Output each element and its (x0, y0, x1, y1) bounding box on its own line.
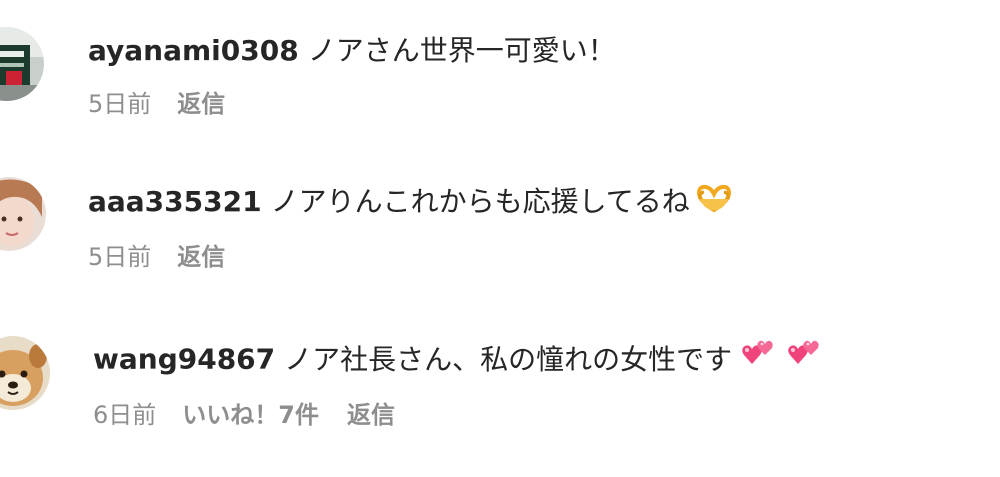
avatar[interactable] (0, 27, 44, 101)
comment-meta: 6日前 いいね！7件 返信 (93, 400, 820, 430)
avatar[interactable] (0, 336, 50, 410)
comment-item: aaa335321 ノアりんこれからも応援してるね 5日前 返信 (0, 162, 1000, 272)
comment-item: ayanami0308 ノアさん世界一可愛い！ 5日前 返信 (0, 10, 1000, 120)
comment-username[interactable]: aaa335321 (88, 185, 262, 218)
comment-text: ノアさん世界一可愛い！ (307, 34, 616, 67)
comment-username[interactable]: wang94867 (93, 343, 275, 376)
two-hearts-emoji-icon (784, 339, 820, 382)
reply-button[interactable]: 返信 (177, 242, 225, 272)
comment-text: ノアりんこれからも応援してるね (270, 185, 690, 218)
comment-timestamp: 5日前 (88, 242, 152, 271)
reply-button[interactable]: 返信 (177, 89, 225, 119)
two-hearts-emoji-icon (738, 339, 774, 382)
comment-text: ノア社長さん、私の憧れの女性です (284, 342, 733, 376)
heart-hands-emoji-icon (696, 183, 732, 224)
avatar[interactable] (0, 177, 46, 251)
comment-username[interactable]: ayanami0308 (88, 34, 299, 67)
comment-timestamp: 5日前 (88, 90, 152, 118)
reply-button[interactable]: 返信 (347, 400, 395, 430)
comment-timestamp: 6日前 (93, 401, 157, 429)
comment-meta: 5日前 返信 (88, 89, 616, 119)
comment-item: wang94867 ノア社長さん、私の憧れの女性です 6日前 いいね！7件 返信 (0, 324, 1000, 434)
likes-count[interactable]: いいね！7件 (182, 400, 319, 430)
comment-meta: 5日前 返信 (88, 242, 732, 272)
